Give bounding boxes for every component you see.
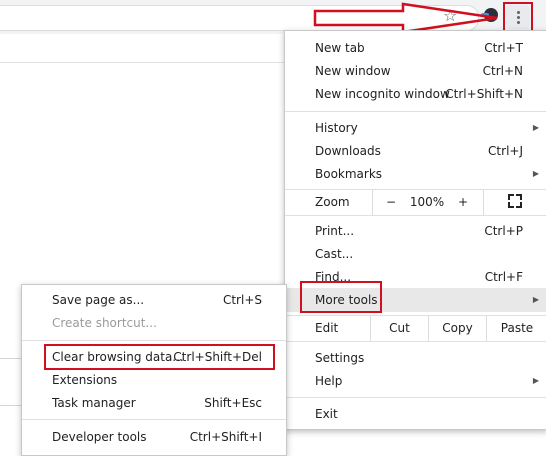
fullscreen-icon bbox=[508, 194, 522, 208]
zoom-in-button[interactable]: + bbox=[445, 190, 481, 215]
menu-separator bbox=[22, 340, 286, 341]
fullscreen-button[interactable] bbox=[483, 190, 546, 215]
menu-separator bbox=[285, 397, 546, 398]
zoom-level: 100% bbox=[409, 195, 445, 209]
menu-item-cast[interactable]: Cast... bbox=[285, 243, 546, 265]
submenu-item-extensions[interactable]: Extensions bbox=[22, 369, 286, 391]
menu-item-history[interactable]: History ▶ bbox=[285, 117, 546, 139]
cut-button[interactable]: Cut bbox=[370, 316, 428, 341]
menu-item-bookmarks[interactable]: Bookmarks ▶ bbox=[285, 163, 546, 185]
edit-row: Edit Cut Copy Paste bbox=[285, 316, 546, 341]
menu-separator bbox=[22, 419, 286, 420]
zoom-label: Zoom bbox=[315, 195, 350, 209]
copy-button[interactable]: Copy bbox=[428, 316, 486, 341]
submenu-arrow-icon: ▶ bbox=[532, 123, 539, 132]
menu-separator bbox=[285, 111, 546, 112]
menu-item-print[interactable]: Print... Ctrl+P bbox=[285, 220, 546, 242]
menu-item-new-tab[interactable]: New tab Ctrl+T bbox=[285, 37, 546, 59]
submenu-item-developer-tools[interactable]: Developer tools Ctrl+Shift+I bbox=[22, 426, 286, 448]
submenu-arrow-icon: ▶ bbox=[532, 169, 539, 178]
menu-item-new-window[interactable]: New window Ctrl+N bbox=[285, 60, 546, 82]
annotation-more-tools-highlight bbox=[300, 281, 382, 313]
edit-label: Edit bbox=[315, 321, 339, 335]
submenu-item-task-manager[interactable]: Task manager Shift+Esc bbox=[22, 392, 286, 414]
menu-item-help[interactable]: Help ▶ bbox=[285, 370, 546, 392]
more-tools-submenu: Save page as... Ctrl+S Create shortcut..… bbox=[21, 284, 287, 456]
menu-separator bbox=[285, 215, 546, 216]
page-divider bbox=[0, 62, 290, 63]
menu-item-downloads[interactable]: Downloads Ctrl+J bbox=[285, 140, 546, 162]
menu-item-settings[interactable]: Settings bbox=[285, 347, 546, 369]
submenu-arrow-icon: ▶ bbox=[532, 376, 539, 385]
paste-button[interactable]: Paste bbox=[486, 316, 546, 341]
zoom-row: Zoom − 100% + bbox=[285, 190, 546, 215]
submenu-arrow-icon: ▶ bbox=[532, 295, 539, 304]
menu-separator bbox=[285, 341, 546, 342]
annotation-menu-highlight bbox=[503, 2, 533, 32]
annotation-clear-data-highlight bbox=[44, 344, 275, 370]
submenu-item-save-page[interactable]: Save page as... Ctrl+S bbox=[22, 289, 286, 311]
submenu-item-create-shortcut: Create shortcut... bbox=[52, 316, 157, 330]
zoom-out-button[interactable]: − bbox=[372, 190, 409, 215]
menu-item-exit[interactable]: Exit bbox=[285, 403, 546, 425]
menu-item-new-incognito-window[interactable]: New incognito window Ctrl+Shift+N bbox=[285, 83, 546, 105]
chrome-main-menu: New tab Ctrl+T New window Ctrl+N New inc… bbox=[284, 30, 546, 430]
